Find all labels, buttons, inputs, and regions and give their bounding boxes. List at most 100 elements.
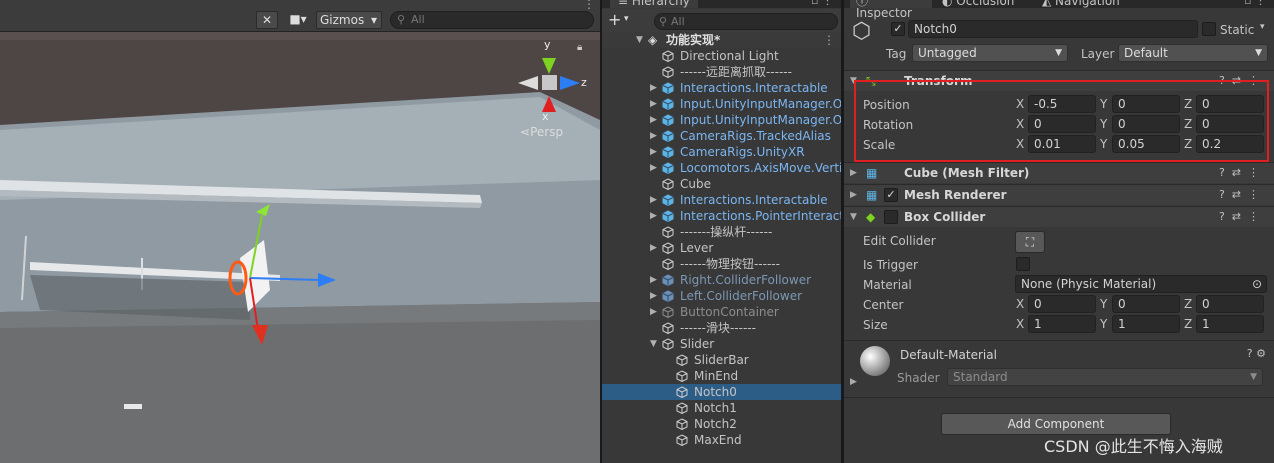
collider-size-y-field[interactable]: 1: [1112, 315, 1180, 333]
chevron-right-icon[interactable]: ▶: [650, 192, 657, 208]
is-trigger-checkbox[interactable]: [1016, 257, 1030, 271]
scene-canvas[interactable]: [0, 0, 600, 463]
hierarchy-item[interactable]: Notch2: [602, 416, 841, 432]
chevron-right-icon[interactable]: ▶: [650, 240, 657, 256]
hierarchy-item[interactable]: ------滑块------: [602, 320, 841, 336]
tab-hierarchy[interactable]: ≡ Hierarchy: [610, 0, 698, 8]
chevron-right-icon[interactable]: ▶: [650, 208, 657, 224]
watermark: CSDN @此生不悔入海贼: [1044, 437, 1223, 456]
box-collider-checkbox[interactable]: [884, 210, 898, 224]
panel-menu-icon[interactable]: ▫ ⋮: [811, 0, 833, 7]
chevron-right-icon[interactable]: ▶: [650, 128, 657, 144]
more-icon[interactable]: ⋮: [583, 0, 595, 11]
scene-search-input[interactable]: ⚲ All: [390, 11, 594, 29]
scene-view[interactable]: ✕ ■▾ Gizmos ▾ ⚲ All ⋮ y z x 🔒︎ ⋖Persp: [0, 0, 600, 463]
hierarchy-item[interactable]: -------操纵杆------: [602, 224, 841, 240]
collider-center-y-field[interactable]: 0: [1112, 295, 1180, 313]
layer-dropdown[interactable]: Default ▼: [1118, 44, 1268, 62]
hierarchy-item[interactable]: ▶ CameraRigs.UnityXR: [602, 144, 841, 160]
chevron-right-icon[interactable]: ▶: [650, 160, 657, 176]
chevron-right-icon[interactable]: ▶: [650, 80, 657, 96]
more-icon[interactable]: ⋮: [823, 32, 835, 48]
physic-material-field[interactable]: None (Physic Material) ⊙: [1015, 275, 1267, 293]
gameobject-cube-icon: [676, 354, 688, 366]
hierarchy-search-input[interactable]: ⚲ All: [654, 13, 838, 30]
chevron-right-icon[interactable]: ▶: [650, 304, 657, 320]
lock-icon[interactable]: 🔒︎: [577, 42, 582, 53]
hierarchy-item[interactable]: ▶ Interactions.PointerInteractor: [602, 208, 841, 224]
hierarchy-item[interactable]: Notch0: [602, 384, 841, 400]
gameobject-cube-icon: [662, 226, 674, 238]
gizmos-dropdown[interactable]: Gizmos ▾: [316, 11, 382, 29]
tab-inspector[interactable]: ⓘ Inspector: [850, 0, 932, 19]
tag-dropdown[interactable]: Untagged ▼: [912, 44, 1068, 62]
hierarchy-item[interactable]: ▶ Right.ColliderFollower: [602, 272, 841, 288]
chevron-right-icon[interactable]: ▶: [650, 272, 657, 288]
hierarchy-item[interactable]: ▶ CameraRigs.TrackedAlias: [602, 128, 841, 144]
mesh-filter-header[interactable]: ▶ ▦ Cube (Mesh Filter) ?⇄⋮: [844, 162, 1274, 183]
chevron-right-icon[interactable]: ▶: [850, 377, 857, 387]
chevron-right-icon[interactable]: ▶: [650, 96, 657, 112]
hierarchy-item[interactable]: Directional Light: [602, 48, 841, 64]
collider-size-x-field[interactable]: 1: [1028, 315, 1096, 333]
gameobject-cube-icon: [662, 242, 674, 254]
add-component-button[interactable]: Add Component: [941, 413, 1171, 435]
shader-dropdown[interactable]: Standard ▼: [947, 368, 1263, 386]
chevron-right-icon: ▶: [850, 168, 857, 178]
persp-toggle[interactable]: ⋖Persp: [520, 125, 563, 139]
tab-navigation[interactable]: ◭ Navigation: [1042, 0, 1120, 8]
scene-root-row[interactable]: ▼ ◈ 功能实现* ⋮: [602, 32, 841, 48]
collider-center-z-field[interactable]: 0: [1196, 295, 1264, 313]
hierarchy-item[interactable]: MaxEnd: [602, 432, 841, 448]
material-menu-icons[interactable]: ? ⚙: [1247, 347, 1266, 360]
chevron-right-icon[interactable]: ▶: [650, 112, 657, 128]
hierarchy-item-label: ------远距离抓取------: [680, 65, 792, 79]
edit-collider-button[interactable]: ⛶: [1015, 231, 1045, 253]
hierarchy-item[interactable]: ▶ Interactions.Interactable: [602, 80, 841, 96]
hierarchy-item[interactable]: ------物理按钮------: [602, 256, 841, 272]
hierarchy-item[interactable]: SliderBar: [602, 352, 841, 368]
active-checkbox[interactable]: ✓: [891, 22, 905, 36]
hierarchy-item[interactable]: MinEnd: [602, 368, 841, 384]
hierarchy-item[interactable]: ▼ Slider: [602, 336, 841, 352]
component-menu-icons[interactable]: ?⇄⋮: [1219, 163, 1266, 183]
mesh-renderer-header[interactable]: ▶ ▦ ✓ Mesh Renderer ?⇄⋮: [844, 184, 1274, 205]
gameobject-cube-icon: [662, 322, 674, 334]
gameobject-cube-icon[interactable]: ⬡: [852, 19, 871, 44]
prefab-cube-icon: [662, 162, 674, 174]
mesh-renderer-checkbox[interactable]: ✓: [884, 188, 898, 202]
object-name-field[interactable]: Notch0: [908, 20, 1198, 38]
divider: [844, 340, 1274, 341]
hierarchy-item[interactable]: ▶ Lever: [602, 240, 841, 256]
collider-center-x-field[interactable]: 0: [1028, 295, 1096, 313]
object-picker-icon[interactable]: ⊙: [1252, 276, 1262, 292]
chevron-down-icon[interactable]: ▾: [1260, 22, 1265, 32]
collider-center-label: Center: [863, 298, 904, 312]
hierarchy-item[interactable]: ▶ Left.ColliderFollower: [602, 288, 841, 304]
add-button[interactable]: +: [608, 10, 621, 29]
chevron-right-icon[interactable]: ▶: [650, 144, 657, 160]
component-menu-icons[interactable]: ?⇄⋮: [1219, 207, 1266, 227]
panel-menu-icon[interactable]: ▫ ⋮: [1244, 0, 1266, 7]
chevron-down-icon[interactable]: ▼: [650, 336, 657, 352]
tools-button[interactable]: ✕: [256, 11, 278, 29]
chevron-right-icon[interactable]: ▶: [650, 288, 657, 304]
collider-size-z-field[interactable]: 1: [1196, 315, 1264, 333]
tab-occlusion[interactable]: ◐ Occlusion: [942, 0, 1014, 8]
chevron-down-icon[interactable]: ▾: [624, 14, 629, 24]
hierarchy-item[interactable]: ▶ Interactions.Interactable: [602, 192, 841, 208]
hierarchy-item[interactable]: ------远距离抓取------: [602, 64, 841, 80]
hierarchy-item[interactable]: Notch1: [602, 400, 841, 416]
hierarchy-item[interactable]: ▶ Input.UnityInputManager.Ope: [602, 112, 841, 128]
hierarchy-item[interactable]: Cube: [602, 176, 841, 192]
hierarchy-item[interactable]: ▶ Input.UnityInputManager.Ope: [602, 96, 841, 112]
shader-label: Shader: [897, 371, 940, 385]
prefab-cube-icon: [662, 114, 674, 126]
static-checkbox[interactable]: [1202, 22, 1216, 36]
component-menu-icons[interactable]: ?⇄⋮: [1219, 185, 1266, 205]
box-collider-header[interactable]: ▼ ◆ Box Collider ?⇄⋮: [844, 206, 1274, 227]
chevron-down-icon[interactable]: ▼: [636, 32, 643, 48]
hierarchy-item[interactable]: ▶ Locomotors.AxisMove.Vertica: [602, 160, 841, 176]
camera-button[interactable]: ■▾: [282, 11, 314, 29]
hierarchy-item[interactable]: ▶ ButtonContainer: [602, 304, 841, 320]
